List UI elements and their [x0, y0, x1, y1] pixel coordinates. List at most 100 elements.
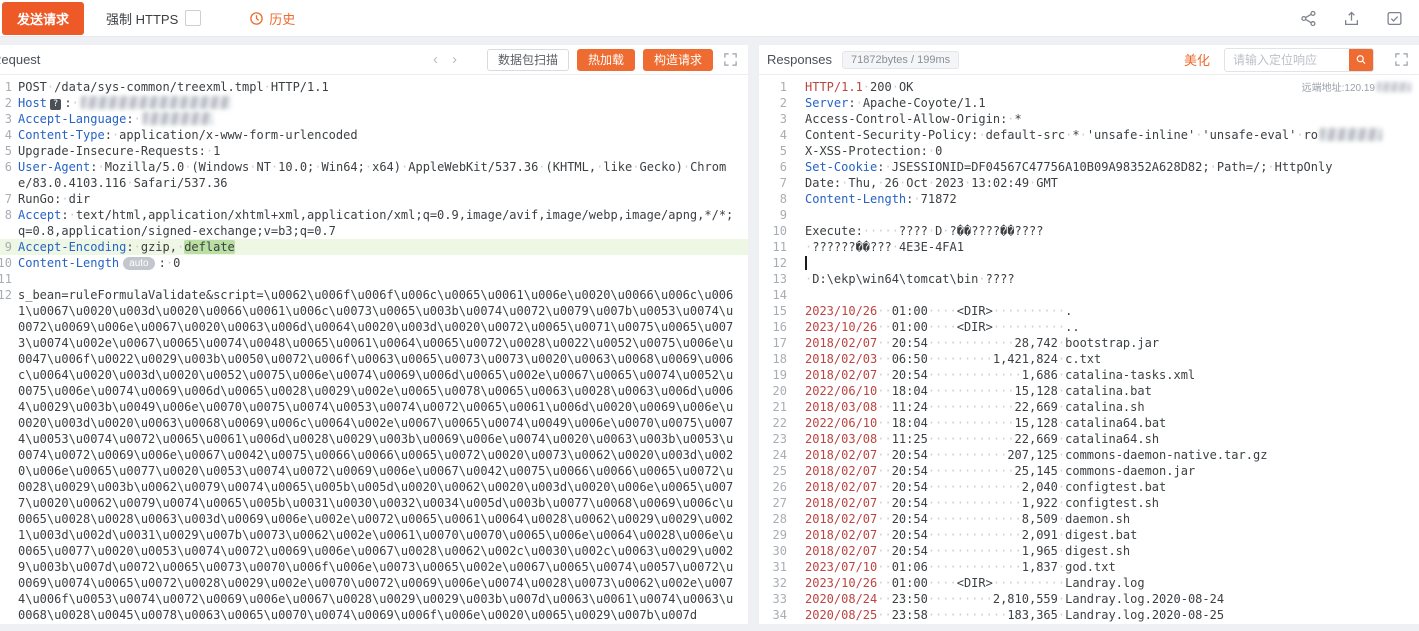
code-line[interactable]: 1POST·/data/sys-common/treexml.tmpl·HTTP… [0, 79, 748, 95]
code-line[interactable]: 242018/02/07··20:54···········207,125·co… [759, 447, 1419, 463]
code-line[interactable]: 6Set-Cookie:·JSESSIONID=DF04567C47756A10… [759, 159, 1419, 175]
code-line[interactable]: 9 [759, 207, 1419, 223]
request-editor[interactable]: 1POST·/data/sys-common/treexml.tmpl·HTTP… [0, 75, 748, 624]
code-text: HTTP/1.1 [805, 80, 863, 94]
build-request-button[interactable]: 构造请求 [643, 49, 713, 71]
code-text: 20:54 [892, 544, 928, 558]
code-line[interactable]: 292018/02/07··20:54·············2,091·di… [759, 527, 1419, 543]
code-line[interactable]: 9Accept-Encoding:·gzip,·deflate [0, 239, 748, 255]
code-text: ·· [877, 432, 891, 446]
line-number: 5 [759, 143, 799, 159]
code-line[interactable]: 192018/02/07··20:54·············1,686·ca… [759, 367, 1419, 383]
code-line[interactable]: 7RunGo:·dir [0, 191, 748, 207]
code-line[interactable]: 182018/02/03··06:50·········1,421,824·c.… [759, 351, 1419, 367]
code-line[interactable]: 332020/08/24··23:50·········2,810,559·La… [759, 591, 1419, 607]
line-number: 12 [759, 255, 799, 271]
code-line[interactable]: 5X-XSS-Protection:·0 [759, 143, 1419, 159]
force-https-checkbox[interactable] [185, 10, 201, 26]
code-line[interactable]: 8Content-Length:·71872 [759, 191, 1419, 207]
code-line[interactable]: 10Execute:·····????·D·?��????��???? [759, 223, 1419, 239]
code-text: · [1210, 160, 1217, 174]
code-line[interactable]: 352020/08/26··23:58···········178,693·La… [759, 623, 1419, 624]
code-line[interactable]: 4Content-Type:·application/x-www-form-ur… [0, 127, 748, 143]
code-line[interactable]: 8Accept:·text/html,application/xhtml+xml… [0, 207, 748, 239]
code-line[interactable]: 6User-Agent:·Mozilla/5.0·(Windows·NT·10.… [0, 159, 748, 191]
code-text: : [126, 240, 133, 254]
line-number: 10 [0, 255, 12, 271]
code-text: · [877, 176, 884, 190]
code-text: · [126, 176, 133, 190]
code-line[interactable]: 342020/08/25··23:58···········183,365·La… [759, 607, 1419, 623]
history-button[interactable]: 历史 [249, 9, 295, 28]
code-line[interactable]: 3Accept-Language:· [0, 111, 748, 127]
export-icon[interactable] [1343, 10, 1360, 27]
code-text: POST [18, 80, 47, 94]
code-text: · [928, 144, 935, 158]
code-text: ·· [877, 464, 891, 478]
line-number: 28 [759, 511, 799, 527]
expand-request-icon[interactable] [723, 52, 738, 67]
code-line[interactable]: 7Date:·Thu,·26·Oct·2023·13:02:49·GMT [759, 175, 1419, 191]
code-line[interactable]: 12s_bean=ruleFormulaValidate&script=\u00… [0, 287, 748, 623]
code-line[interactable]: 152023/10/26··01:00····<DIR>··········. [759, 303, 1419, 319]
code-line[interactable]: 202022/06/10··18:04············15,128·ca… [759, 383, 1419, 399]
redacted-blur [1320, 128, 1382, 141]
hot-reload-button[interactable]: 热加载 [577, 49, 635, 71]
share-icon[interactable] [1300, 10, 1317, 27]
code-line[interactable]: 322023/10/26··01:00····<DIR>··········La… [759, 575, 1419, 591]
code-text: 1,922 [1022, 496, 1058, 510]
code-line[interactable]: 222022/06/10··18:04············15,128·ca… [759, 415, 1419, 431]
code-text: 2018/02/07 [805, 448, 877, 462]
code-line[interactable]: 2Server:·Apache-Coyote/1.1 [759, 95, 1419, 111]
report-check-icon[interactable] [1386, 10, 1403, 27]
packet-scan-button[interactable]: 数据包扫描 [487, 49, 569, 71]
code-line[interactable]: 13·D:\ekp\win64\tomcat\bin·???? [759, 271, 1419, 287]
code-line[interactable]: 14 [759, 287, 1419, 303]
line-number: 11 [0, 271, 12, 287]
expand-response-icon[interactable] [1394, 52, 1409, 67]
chevron-right-icon[interactable]: › [452, 51, 457, 68]
code-line[interactable]: 11·??????��???·4E3E-4FA1 [759, 239, 1419, 255]
code-text: 71872 [921, 192, 957, 206]
chevron-left-icon[interactable]: ‹ [433, 51, 438, 68]
code-line[interactable]: 3Access-Control-Allow-Origin:·* [759, 111, 1419, 127]
code-text: ·· [877, 400, 891, 414]
responses-tab[interactable]: Responses [767, 52, 832, 67]
code-text: · [166, 256, 173, 270]
response-viewer[interactable]: 1HTTP/1.1·200·OK2Server:·Apache-Coyote/1… [759, 75, 1419, 624]
code-line[interactable]: 5Upgrade-Insecure-Requests:·1 [0, 143, 748, 159]
search-button[interactable] [1349, 49, 1373, 71]
redacted-blur [143, 112, 213, 125]
code-line[interactable]: 272018/02/07··20:54·············1,922·co… [759, 495, 1419, 511]
beautify-button[interactable]: 美化 [1184, 50, 1210, 69]
code-line[interactable]: 11 [0, 271, 748, 287]
code-line[interactable]: 282018/02/07··20:54·············8,509·da… [759, 511, 1419, 527]
code-text: s_bean=ruleFormulaValidate&script=\u0062… [18, 288, 733, 622]
code-line[interactable]: 312023/07/10··01:06·············1,837·go… [759, 559, 1419, 575]
code-text: catalina.bat [1065, 384, 1152, 398]
code-text: 20:54 [892, 496, 928, 510]
line-number: 7 [759, 175, 799, 191]
remote-address: 远端地址:120.19 [1302, 79, 1411, 94]
code-line[interactable]: 12 [759, 255, 1419, 271]
code-line[interactable]: 172018/02/07··20:54············28,742·bo… [759, 335, 1419, 351]
code-line[interactable]: 232018/03/08··11:25············22,669·ca… [759, 431, 1419, 447]
code-text: 15,128 [1015, 384, 1058, 398]
code-line[interactable]: 302018/02/07··20:54·············1,965·di… [759, 543, 1419, 559]
send-request-button[interactable]: 发送请求 [2, 2, 84, 35]
code-text: 2020/08/24 [805, 592, 877, 606]
code-text: Content-Length [18, 256, 119, 270]
code-line[interactable]: 10Content-Lengthauto:·0 [0, 255, 748, 271]
code-text: 15,128 [1015, 416, 1058, 430]
request-tab[interactable]: Request [0, 52, 40, 67]
code-line[interactable]: 252018/02/07··20:54············25,145·co… [759, 463, 1419, 479]
code-line[interactable]: 162023/10/26··01:00····<DIR>··········.. [759, 319, 1419, 335]
code-text: D:\ekp\win64\tomcat\bin [812, 272, 978, 286]
force-https-toggle[interactable]: 强制 HTTPS [106, 9, 201, 28]
code-line[interactable]: 212018/03/08··11:24············22,669·ca… [759, 399, 1419, 415]
code-line[interactable]: 262018/02/07··20:54·············2,040·co… [759, 479, 1419, 495]
code-line[interactable]: 4Content-Security-Policy:·default-src·*·… [759, 127, 1419, 143]
line-number: 16 [759, 319, 799, 335]
code-line[interactable]: 2Host?:· [0, 95, 748, 111]
code-text: Accept-Language [18, 112, 126, 126]
